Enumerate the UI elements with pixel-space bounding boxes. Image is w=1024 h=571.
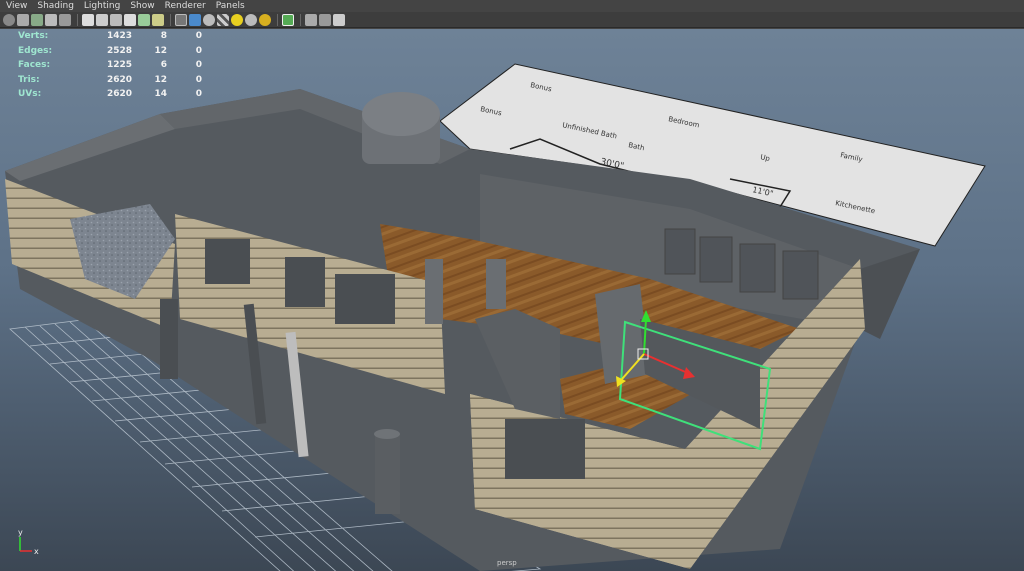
safe-action-icon[interactable] — [138, 13, 150, 26]
hud-components: 0 — [195, 31, 202, 42]
resolution-gate-icon[interactable] — [96, 13, 108, 26]
menu-show[interactable]: Show — [130, 1, 154, 11]
xray-icon[interactable] — [305, 13, 317, 26]
safe-title-icon[interactable] — [152, 13, 164, 26]
hud-label: Verts: — [18, 31, 49, 42]
poly-count-hud: Verts: 1423 8 0 Edges: 2528 12 0 Faces: … — [18, 29, 202, 102]
hud-components: 0 — [195, 60, 202, 71]
grid-toggle-icon[interactable] — [59, 13, 71, 26]
all-lights-icon[interactable] — [245, 13, 257, 26]
hud-total: 2620 — [106, 74, 132, 85]
hud-row-tris: Tris: 2620 12 0 — [18, 73, 202, 88]
menu-panels[interactable]: Panels — [216, 1, 245, 11]
hud-row-edges: Edges: 2528 12 0 — [18, 44, 202, 59]
field-chart-icon[interactable] — [124, 13, 136, 26]
menu-shading[interactable]: Shading — [37, 1, 74, 11]
hud-selected: 6 — [160, 60, 167, 71]
camera-select-icon[interactable] — [3, 13, 15, 26]
default-light-icon[interactable] — [231, 13, 243, 26]
hud-selected: 8 — [160, 31, 167, 42]
camera-name: persp — [497, 559, 517, 567]
smooth-shade-icon[interactable] — [189, 13, 201, 26]
hud-label: Faces: — [18, 60, 51, 71]
toolbar-separator — [300, 13, 301, 26]
hud-row-verts: Verts: 1423 8 0 — [18, 29, 202, 44]
toolbar-separator — [277, 13, 278, 26]
shadows-icon[interactable] — [259, 13, 271, 26]
menu-renderer[interactable]: Renderer — [165, 1, 206, 11]
view-axis-icon: y x — [18, 528, 39, 556]
gate-mask-icon[interactable] — [110, 13, 122, 26]
menu-view[interactable]: View — [6, 1, 27, 11]
hud-components: 0 — [195, 89, 202, 100]
xray-joints-icon[interactable] — [319, 13, 331, 26]
menu-bar: View Shading Lighting Show Renderer Pane… — [0, 0, 1024, 12]
axis-y-label: y — [18, 528, 23, 537]
scene-render[interactable]: Bonus Bonus Unfinished Bath Bath Bedroom… — [0, 29, 1024, 571]
panel-toolbar — [0, 12, 1024, 28]
bookmark-icon[interactable] — [31, 13, 43, 26]
hud-components: 0 — [195, 45, 202, 56]
hud-row-faces: Faces: 1225 6 0 — [18, 58, 202, 73]
hud-label: UVs: — [18, 89, 42, 100]
hud-total: 1423 — [106, 31, 132, 42]
hud-total: 2528 — [106, 45, 132, 56]
image-plane-icon[interactable] — [45, 13, 57, 26]
toolbar-separator — [170, 13, 171, 26]
film-gate-icon[interactable] — [82, 13, 94, 26]
menu-lighting[interactable]: Lighting — [84, 1, 120, 11]
perspective-viewport[interactable]: Bonus Bonus Unfinished Bath Bath Bedroom… — [0, 29, 1024, 571]
hud-total: 1225 — [106, 60, 132, 71]
hud-selected: 14 — [154, 89, 167, 100]
hud-label: Tris: — [18, 74, 40, 85]
hud-selected: 12 — [154, 74, 167, 85]
isolate-select-icon[interactable] — [282, 13, 294, 26]
toolbar-separator — [77, 13, 78, 26]
backface-culling-icon[interactable] — [333, 13, 345, 26]
wireframe-icon[interactable] — [175, 13, 187, 26]
axis-x-label: x — [34, 547, 39, 556]
camera-attr-icon[interactable] — [17, 13, 29, 26]
hud-row-uvs: UVs: 2620 14 0 — [18, 87, 202, 102]
hud-components: 0 — [195, 74, 202, 85]
hud-label: Edges: — [18, 45, 53, 56]
textured-icon[interactable] — [217, 13, 229, 26]
hud-selected: 12 — [154, 45, 167, 56]
hud-total: 2620 — [106, 89, 132, 100]
wireframe-on-shaded-icon[interactable] — [203, 13, 215, 26]
